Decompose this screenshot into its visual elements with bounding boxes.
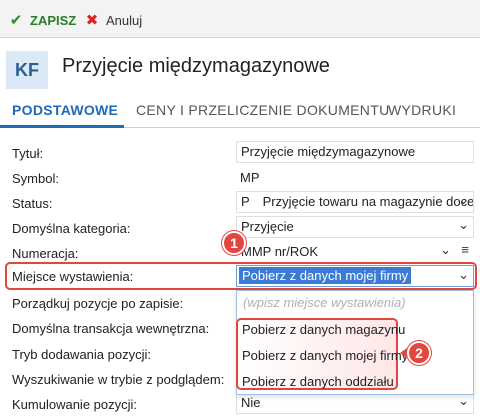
category-select[interactable]: Przyjęcie ⌄: [236, 216, 474, 238]
dropdown-option-moja-firma[interactable]: Pobierz z danych mojej firmy: [242, 348, 408, 363]
accumulate-select[interactable]: Nie ⌄: [236, 392, 474, 414]
preview-search-label: Wyszukiwanie w trybie z podglądem:: [12, 372, 225, 387]
chevron-down-icon: ⌄: [458, 217, 469, 232]
chevron-down-icon: ⌄: [458, 267, 469, 282]
issue-place-label: Miejsce wystawienia:: [12, 269, 134, 284]
status-label: Status:: [12, 196, 53, 211]
document-type-badge: KF: [6, 51, 48, 89]
save-button-label: ZAPISZ: [30, 12, 77, 28]
status-select[interactable]: P Przyjęcie towaru na magazynie docelo ⌄: [236, 191, 474, 213]
tab-bar: PODSTAWOWE CENY I PRZELICZENIE DOKUMENTU…: [0, 96, 480, 128]
check-icon: ✔: [9, 12, 23, 29]
toolbar: ✔ ZAPISZ ✖ Anuluj: [0, 0, 480, 38]
cancel-button-label: Anuluj: [106, 12, 143, 28]
callout-badge-2: 2: [407, 341, 431, 365]
numbering-label: Numeracja:: [12, 246, 79, 261]
title-label: Tytuł:: [12, 146, 44, 161]
title-input[interactable]: Przyjęcie międzymagazynowe: [236, 141, 474, 163]
accumulate-value: Nie: [241, 395, 261, 410]
tab-podstawowe[interactable]: PODSTAWOWE: [12, 102, 118, 118]
chevron-down-icon: ⌄: [440, 242, 451, 257]
close-icon: ✖: [85, 12, 99, 29]
accumulate-label: Kumulowanie pozycji:: [12, 397, 138, 412]
callout-arrow: [400, 348, 407, 358]
numbering-value: MMP nr/ROK: [241, 244, 319, 259]
add-mode-label: Tryb dodawania pozycji:: [12, 347, 151, 362]
tab-ceny[interactable]: CENY I PRZELICZENIE DOKUMENTU: [136, 102, 389, 118]
issue-place-select[interactable]: Pobierz z danych mojej firmy ⌄: [236, 265, 474, 287]
status-code: P: [241, 194, 250, 209]
active-tab-indicator: [0, 125, 124, 128]
dropdown-option-oddzial[interactable]: Pobierz z danych oddziału: [242, 374, 394, 389]
dropdown-option-magazyn[interactable]: Pobierz z danych magazynu: [242, 322, 405, 337]
menu-icon[interactable]: ≡: [461, 242, 469, 257]
numbering-select[interactable]: MMP nr/ROK ⌄ ≡: [236, 241, 474, 263]
title-input-value: Przyjęcie międzymagazynowe: [241, 144, 416, 159]
page-header: KF Przyjęcie międzymagazynowe: [0, 38, 480, 96]
save-button[interactable]: ✔ ZAPISZ: [8, 10, 77, 30]
category-value: Przyjęcie: [241, 219, 294, 234]
symbol-label: Symbol:: [12, 171, 59, 186]
callout-badge-1: 1: [222, 231, 246, 255]
status-value: Przyjęcie towaru na magazynie docelo: [262, 194, 474, 209]
sort-items-label: Porządkuj pozycje po zapisie:: [12, 296, 184, 311]
symbol-value: MP: [240, 170, 260, 185]
chevron-down-icon: ⌄: [458, 192, 469, 207]
page-title: Przyjęcie międzymagazynowe: [62, 55, 330, 77]
chevron-down-icon: ⌄: [458, 393, 469, 408]
tab-wydruki[interactable]: WYDRUKI: [388, 102, 456, 118]
issue-place-value: Pobierz z danych mojej firmy: [239, 267, 412, 284]
dropdown-placeholder[interactable]: (wpisz miejsce wystawienia): [243, 295, 406, 310]
category-label: Domyślna kategoria:: [12, 221, 131, 236]
internal-transaction-label: Domyślna transakcja wewnętrzna:: [12, 321, 210, 336]
cancel-button[interactable]: ✖ Anuluj: [84, 10, 142, 30]
